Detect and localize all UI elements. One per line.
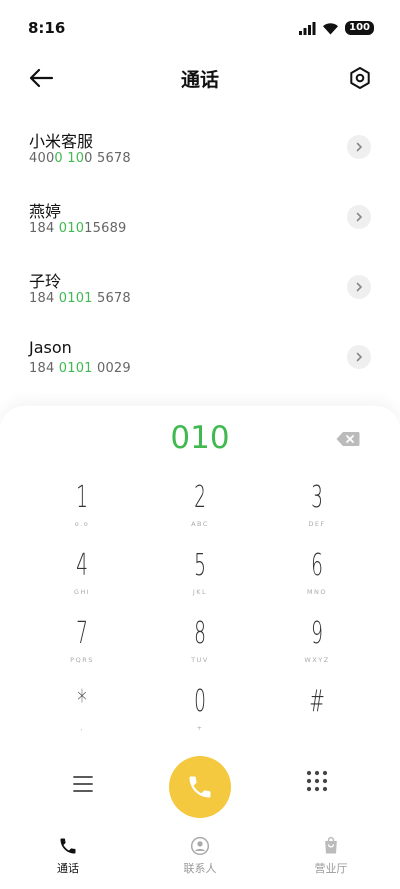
key-9[interactable]: 9 WXYZ bbox=[267, 614, 367, 680]
key-5[interactable]: 5 JKL bbox=[150, 546, 250, 612]
key-hash[interactable]: # bbox=[267, 682, 367, 748]
tab-contacts[interactable]: 联系人 bbox=[160, 836, 240, 876]
header: 通话 bbox=[0, 56, 400, 100]
key-4[interactable]: 4 GHI bbox=[32, 546, 132, 612]
key-6[interactable]: 6 MNO bbox=[267, 546, 367, 612]
contact-person-icon bbox=[190, 836, 210, 856]
call-button[interactable] bbox=[169, 756, 231, 818]
tab-label: 联系人 bbox=[183, 862, 217, 875]
contact-item[interactable]: 小米客服 4000 100 5678 bbox=[0, 118, 400, 188]
key-2[interactable]: 2 ABC bbox=[150, 478, 250, 544]
dialpad-actions bbox=[0, 756, 400, 818]
contact-number: 4000 100 5678 bbox=[29, 151, 131, 166]
dialpad-panel: 010 1 o.o 2 ABC 3 DEF 4 GHI 5 JKL 6 MNO 7 PQRS … bbox=[0, 406, 400, 826]
contact-name: Jason bbox=[29, 338, 72, 357]
battery-indicator: 100 bbox=[345, 21, 374, 35]
status-icons: 100 bbox=[299, 21, 374, 35]
shopping-bag-icon bbox=[325, 836, 337, 854]
tab-calls[interactable]: 通话 bbox=[28, 836, 108, 876]
chevron-right-icon[interactable] bbox=[347, 345, 371, 369]
tab-label: 通话 bbox=[57, 862, 79, 875]
settings-hexagon-icon[interactable] bbox=[348, 66, 372, 90]
key-7[interactable]: 7 PQRS bbox=[32, 614, 132, 680]
tab-business-hall[interactable]: 营业厅 bbox=[291, 836, 371, 876]
back-arrow-icon[interactable] bbox=[28, 66, 54, 90]
contact-item[interactable]: 子玲 184 0101 5678 bbox=[0, 258, 400, 328]
menu-icon[interactable] bbox=[72, 774, 94, 794]
key-8[interactable]: 8 TUV bbox=[150, 614, 250, 680]
chevron-right-icon[interactable] bbox=[347, 205, 371, 229]
bottom-tab-bar: 通话 联系人 营业厅 bbox=[0, 826, 400, 889]
dots-grid-icon[interactable] bbox=[306, 770, 328, 792]
tab-label: 营业厅 bbox=[314, 862, 348, 875]
key-3[interactable]: 3 DEF bbox=[267, 478, 367, 544]
phone-icon bbox=[60, 838, 76, 854]
wifi-icon bbox=[323, 22, 339, 34]
contact-number: 184 0101 0029 bbox=[29, 361, 131, 376]
chevron-right-icon[interactable] bbox=[347, 135, 371, 159]
key-0[interactable]: 0 + bbox=[150, 682, 250, 748]
contact-list: 小米客服 4000 100 5678 燕婷 184 01015689 子玲 18… bbox=[0, 118, 400, 398]
key-1[interactable]: 1 o.o bbox=[32, 478, 132, 544]
phone-icon bbox=[189, 776, 211, 798]
contact-name: 燕婷 bbox=[29, 202, 62, 221]
page-title: 通话 bbox=[180, 68, 219, 91]
contact-item[interactable]: 燕婷 184 01015689 bbox=[0, 188, 400, 258]
status-time: 8:16 bbox=[28, 19, 66, 37]
key-star[interactable]: *, bbox=[32, 682, 132, 748]
chevron-right-icon[interactable] bbox=[347, 275, 371, 299]
contact-number: 184 01015689 bbox=[29, 221, 127, 236]
backspace-icon[interactable] bbox=[336, 431, 360, 447]
status-bar: 8:16 100 bbox=[0, 0, 400, 56]
contact-number: 184 0101 5678 bbox=[29, 291, 131, 306]
contact-item[interactable]: Jason 184 0101 0029 bbox=[0, 328, 400, 398]
contact-name: 小米客服 bbox=[29, 132, 94, 151]
contact-name: 子玲 bbox=[29, 272, 62, 291]
signal-icon bbox=[299, 21, 316, 35]
